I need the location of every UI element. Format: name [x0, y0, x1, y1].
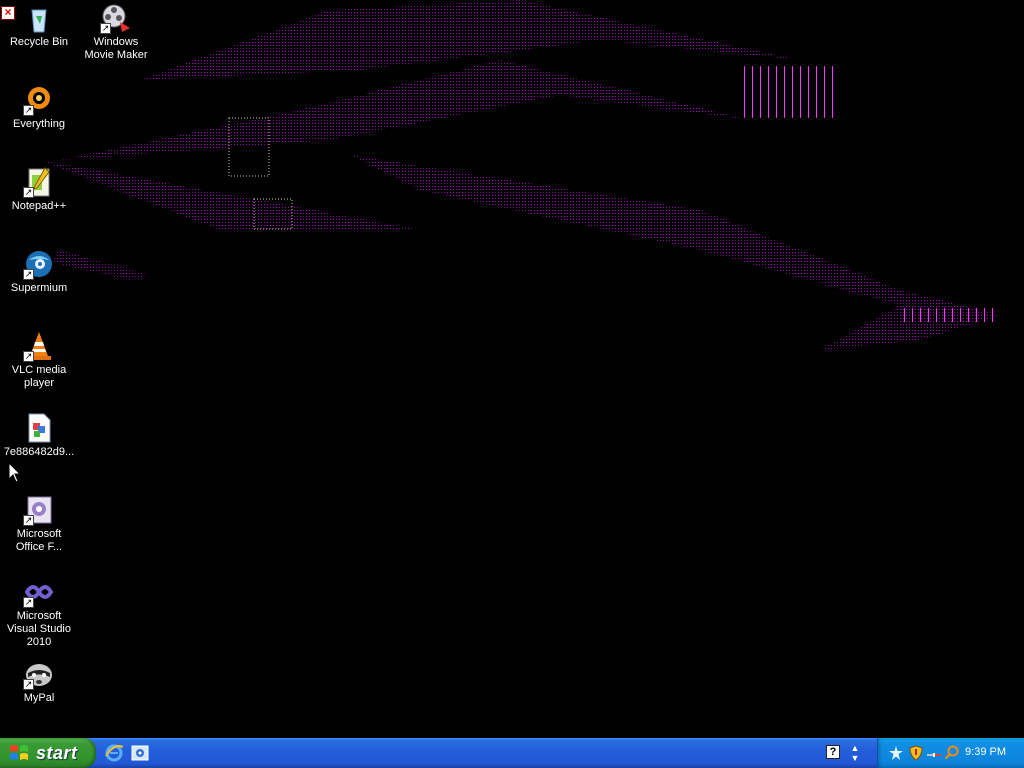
desktop-icon-label: Microsoft Visual Studio 2010 — [6, 610, 71, 648]
network-star-icon[interactable] — [888, 745, 904, 761]
shortcut-arrow-icon: ↗ — [23, 597, 34, 608]
desktop-icon-microsoft-office[interactable]: ↗ Microsoft Office F... — [1, 494, 77, 554]
desktop-icon-image-file[interactable]: 7e886482d9... — [1, 412, 77, 459]
connection-icon[interactable] — [926, 745, 942, 761]
shortcut-arrow-icon: ↗ — [100, 23, 111, 34]
desktop-icon-label: Windows Movie Maker — [84, 36, 148, 61]
desktop-icon-mypal[interactable]: ↗ MyPal — [1, 658, 77, 705]
desktop-icon-visual-studio-2010[interactable]: ↗ Microsoft Visual Studio 2010 — [1, 576, 77, 649]
language-bar-arrows-icon[interactable]: ▲▼ — [850, 743, 860, 763]
security-shield-icon[interactable] — [908, 745, 924, 761]
office-tool-icon: ↗ — [23, 494, 55, 526]
start-button[interactable]: start — [0, 738, 96, 768]
movie-maker-icon: ↗ — [100, 2, 132, 34]
help-icon[interactable]: ? — [826, 745, 840, 759]
show-desktop-icon[interactable] — [130, 743, 150, 763]
shortcut-arrow-icon: ↗ — [23, 679, 34, 690]
mypal-raccoon-icon: ↗ — [23, 658, 55, 690]
internet-explorer-icon[interactable] — [104, 743, 124, 763]
desktop-icon-supermium[interactable]: ↗ Supermium — [1, 248, 77, 295]
error-x-icon: × — [1, 6, 15, 20]
desktop-icon-label: Everything — [13, 118, 65, 130]
desktop-icon-vlc-media-player[interactable]: ↗ VLC media player — [1, 330, 77, 390]
desktop-icon-label: Recycle Bin — [9, 36, 69, 48]
desktop[interactable]: × Recycle Bin ↗ Windows Movie Maker ↗ Ev… — [0, 0, 1024, 738]
desktop-icon-label: VLC media player — [11, 364, 67, 389]
image-file-icon — [23, 412, 55, 444]
system-tray: 9:39 PM — [877, 738, 1024, 768]
start-label: start — [36, 742, 78, 763]
desktop-icon-label: 7e886482d9... — [3, 446, 75, 458]
shortcut-arrow-icon: ↗ — [23, 269, 34, 280]
supermium-browser-icon: ↗ — [23, 248, 55, 280]
shortcut-arrow-icon: ↗ — [23, 105, 34, 116]
desktop-icon-recycle-bin[interactable]: × Recycle Bin — [1, 2, 77, 49]
notepad-plus-plus-icon: ↗ — [23, 166, 55, 198]
vlc-cone-icon: ↗ — [23, 330, 55, 362]
shortcut-arrow-icon: ↗ — [23, 351, 34, 362]
wallpaper-art — [40, 0, 1000, 350]
everything-search-icon: ↗ — [23, 84, 55, 116]
taskbar: start 9:39 PM — [0, 738, 1024, 768]
desktop-icon-label: MyPal — [23, 692, 55, 704]
desktop-icon-label: Supermium — [10, 282, 68, 294]
clock[interactable]: 9:39 PM — [965, 746, 1006, 758]
quick-launch — [104, 743, 150, 763]
desktop-icon-everything[interactable]: ↗ Everything — [1, 84, 77, 131]
search-icon[interactable] — [944, 745, 960, 761]
desktop-icon-label: Microsoft Office F... — [15, 528, 63, 553]
visual-studio-icon: ↗ — [23, 576, 55, 608]
recycle-bin-icon: × — [1, 2, 55, 34]
desktop-icon-label: Notepad++ — [11, 200, 67, 212]
desktop-icon-notepad-plus-plus[interactable]: ↗ Notepad++ — [1, 166, 77, 213]
mouse-pointer-icon — [8, 462, 22, 483]
windows-flag-icon — [10, 745, 28, 760]
shortcut-arrow-icon: ↗ — [23, 515, 34, 526]
desktop-icon-windows-movie-maker[interactable]: ↗ Windows Movie Maker — [78, 2, 154, 62]
shortcut-arrow-icon: ↗ — [23, 187, 34, 198]
